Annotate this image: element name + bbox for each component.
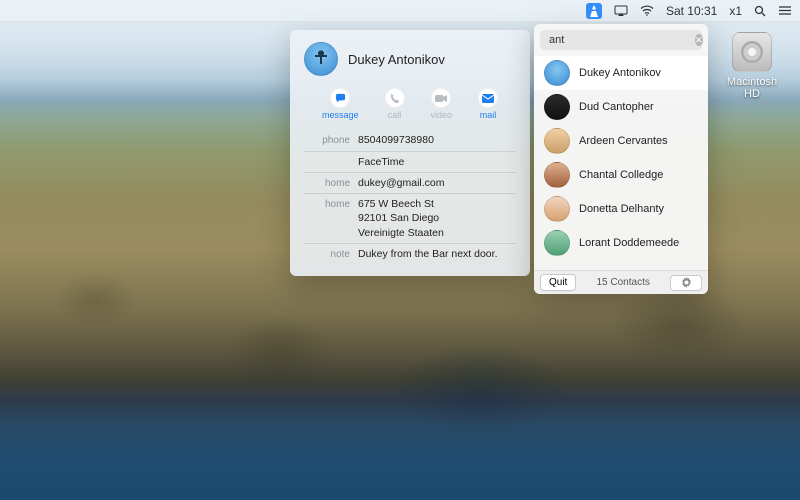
clear-search-icon[interactable]: ✕: [695, 34, 703, 46]
avatar: [544, 196, 570, 222]
field-label: note: [304, 247, 350, 262]
app-menu-icon[interactable]: [586, 3, 602, 19]
list-item[interactable]: Dud Cantopher: [534, 90, 708, 124]
card-fields: phone 8504099738980 FaceTime home dukey@…: [304, 130, 516, 264]
avatar: [544, 60, 570, 86]
popover-footer: Quit 15 Contacts: [534, 270, 708, 294]
field-value[interactable]: 8504099738980: [358, 133, 516, 148]
list-item-label: Lorant Doddemeede: [579, 237, 679, 249]
wifi-icon[interactable]: [640, 0, 654, 21]
message-icon: [335, 93, 346, 104]
desktop-drive[interactable]: Macintosh HD: [720, 32, 784, 100]
avatar: [544, 230, 570, 256]
search-input[interactable]: [545, 34, 695, 46]
contacts-popover: ✕ Dukey Antonikov Dud Cantopher Ardeen C…: [534, 24, 708, 294]
desktop: Sat 10:31 x1 Macintosh HD ✕ Dukey Antoni…: [0, 0, 800, 500]
field-row: home dukey@gmail.com: [304, 172, 516, 194]
action-label: mail: [480, 110, 497, 120]
spotlight-icon[interactable]: [754, 0, 766, 21]
control-center-icon[interactable]: [778, 0, 792, 21]
avatar[interactable]: [304, 42, 338, 76]
card-actions: message call video mail: [304, 86, 516, 128]
quit-button[interactable]: Quit: [540, 274, 576, 291]
card-header: Dukey Antonikov: [304, 42, 516, 76]
contacts-count: 15 Contacts: [596, 277, 649, 288]
field-row: note Dukey from the Bar next door.: [304, 243, 516, 265]
avatar: [544, 94, 570, 120]
call-action[interactable]: call: [385, 88, 405, 120]
field-label: phone: [304, 133, 350, 148]
field-value[interactable]: FaceTime: [358, 155, 516, 169]
field-label: [304, 155, 350, 169]
list-item[interactable]: Lorant Doddemeede: [534, 226, 708, 260]
airplay-icon[interactable]: [614, 0, 628, 21]
list-item[interactable]: Donetta Delhanty: [534, 192, 708, 226]
action-label: call: [388, 110, 402, 120]
list-item[interactable]: Chantal Colledge: [534, 158, 708, 192]
disk-icon: [732, 32, 772, 72]
menubar: Sat 10:31 x1: [0, 0, 800, 22]
settings-button[interactable]: [670, 275, 702, 291]
field-row: home 675 W Beech St 92101 San Diego Vere…: [304, 193, 516, 243]
mail-action[interactable]: mail: [478, 88, 498, 120]
action-label: message: [322, 110, 359, 120]
avatar: [544, 128, 570, 154]
list-item-label: Dukey Antonikov: [579, 67, 661, 79]
field-value[interactable]: 675 W Beech St 92101 San Diego Vereinigt…: [358, 197, 516, 240]
video-icon: [435, 94, 447, 103]
list-item-label: Ardeen Cervantes: [579, 135, 668, 147]
list-item-label: Donetta Delhanty: [579, 203, 664, 215]
field-value[interactable]: dukey@gmail.com: [358, 176, 516, 191]
contacts-list: Dukey Antonikov Dud Cantopher Ardeen Cer…: [534, 56, 708, 270]
gear-icon: [681, 277, 692, 288]
search-field[interactable]: ✕: [540, 30, 702, 50]
drive-label: Macintosh HD: [720, 76, 784, 100]
message-action[interactable]: message: [322, 88, 359, 120]
contact-name: Dukey Antonikov: [348, 52, 445, 67]
field-value[interactable]: Dukey from the Bar next door.: [358, 247, 516, 262]
list-item-label: Dud Cantopher: [579, 101, 654, 113]
field-label: home: [304, 197, 350, 240]
avatar: [544, 162, 570, 188]
field-row: phone 8504099738980: [304, 130, 516, 151]
menubar-clock[interactable]: Sat 10:31: [666, 0, 717, 21]
contact-card: Dukey Antonikov message call video mail …: [290, 30, 530, 276]
list-item[interactable]: Ardeen Cervantes: [534, 124, 708, 158]
action-label: video: [431, 110, 453, 120]
list-item-label: Chantal Colledge: [579, 169, 663, 181]
field-row: FaceTime: [304, 151, 516, 172]
mail-icon: [482, 94, 494, 103]
field-label: home: [304, 176, 350, 191]
list-item[interactable]: Dukey Antonikov: [534, 56, 708, 90]
menubar-zoom[interactable]: x1: [729, 0, 742, 21]
phone-icon: [389, 93, 400, 104]
video-action[interactable]: video: [431, 88, 453, 120]
